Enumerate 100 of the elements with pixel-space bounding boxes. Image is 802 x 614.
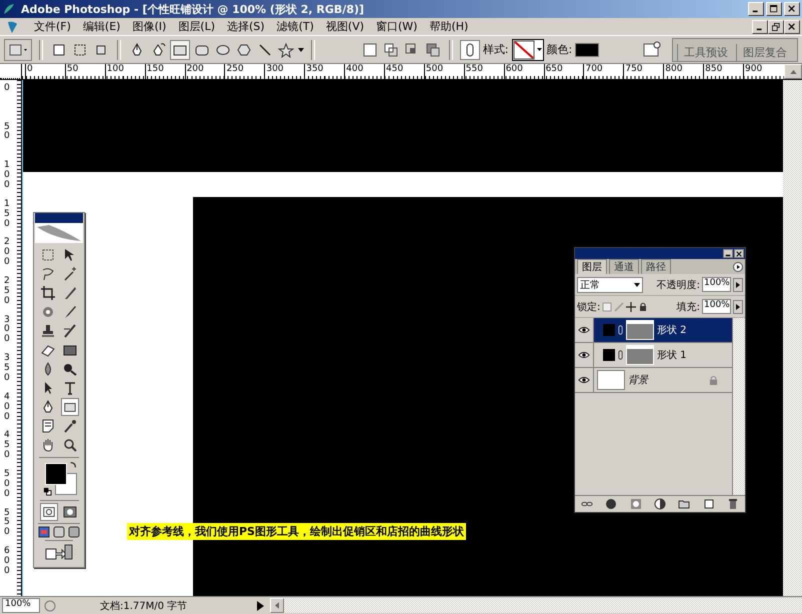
rectangle-icon[interactable] [170, 40, 190, 60]
standard-screen-icon[interactable] [38, 526, 50, 538]
lock-icon[interactable] [638, 302, 648, 312]
opacity-field[interactable]: 100% [702, 277, 731, 292]
move-icon[interactable] [626, 302, 636, 312]
blend-mode-dropdown[interactable]: 正常 [577, 276, 643, 292]
caption-text: 对齐参考线，我们使用PS图形工具，绘制出促销区和店招的曲线形状 [127, 523, 466, 540]
document-info: 文档:1.77M/0 字节 [99, 600, 188, 612]
caret-icon[interactable] [298, 48, 304, 52]
mask-thumbnail [626, 345, 654, 365]
style-picker[interactable] [512, 38, 544, 60]
ruler-label: 550 [464, 64, 504, 79]
right-arrow-icon [736, 282, 740, 288]
close-icon [788, 22, 796, 30]
foreground-color-swatch[interactable] [45, 463, 67, 485]
scroll-left-button[interactable] [270, 598, 284, 613]
menu-item[interactable]: 编辑(E) [76, 19, 126, 34]
crop-icon[interactable] [39, 284, 57, 302]
layer-name: 形状 2 [657, 324, 687, 337]
ruler-label: 700 [583, 64, 624, 79]
full-screen-menu-icon[interactable] [53, 526, 65, 538]
maximize-icon [770, 5, 778, 13]
palette-tab[interactable]: 工具预设 [677, 44, 734, 60]
style-label: 样式: [482, 42, 508, 57]
panel-tab[interactable]: 路径 [641, 259, 671, 274]
ruler-label: 250 [224, 64, 264, 79]
menu-item[interactable]: 选择(S) [221, 19, 271, 34]
window-title: Adobe Photoshop - [个性旺铺设计 @ 100% (形状 2, RGB/8)] [21, 2, 364, 16]
ruler-label: 300 [264, 64, 304, 79]
ruler-label: 500 [4, 470, 10, 501]
rectangle-icon[interactable] [61, 398, 79, 416]
folder-icon[interactable] [678, 498, 690, 510]
menu-item[interactable]: 滤镜(T) [270, 19, 320, 34]
adjustment-layer-icon[interactable] [654, 498, 666, 510]
opacity-slider-button[interactable] [733, 278, 743, 292]
layer-mask-icon[interactable] [630, 498, 642, 510]
subtract-icon[interactable] [382, 40, 400, 58]
minimize-button[interactable] [723, 249, 733, 258]
panel-tab[interactable]: 图层 [577, 259, 607, 274]
color-swatch[interactable] [575, 42, 600, 56]
close-icon [736, 250, 742, 256]
menu-item[interactable]: 图层(L) [172, 19, 222, 34]
ruler-label: 300 [4, 316, 10, 346]
ruler-label: 50 [4, 122, 10, 144]
jump-to-imageready-icon[interactable] [45, 543, 73, 561]
vertical-scrollbar[interactable] [783, 80, 802, 596]
menu-item[interactable]: 文件(F) [28, 19, 77, 34]
ruler-label: 800 [663, 64, 704, 79]
default-colors-icon[interactable] [43, 487, 52, 496]
status-icon[interactable] [43, 598, 57, 612]
restore-button[interactable] [768, 20, 784, 34]
rectangle-caret-icon [7, 42, 29, 58]
layer-row[interactable]: 背景 [575, 368, 732, 393]
ruler-label: 200 [4, 238, 10, 270]
eye-icon[interactable] [578, 326, 590, 334]
scroll-up-button[interactable] [784, 64, 802, 79]
star-shape-icon[interactable] [277, 40, 295, 58]
ruler-label: 100 [4, 161, 10, 192]
fill-field[interactable]: 100% [702, 299, 731, 314]
panel-tab[interactable]: 通道 [609, 259, 639, 274]
panel-title-bar[interactable] [575, 248, 745, 259]
layer-row[interactable]: 形状 2 [575, 318, 732, 343]
eye-icon[interactable] [578, 351, 590, 359]
zoom-field[interactable]: 100% [2, 598, 40, 613]
link-icon[interactable] [460, 40, 480, 60]
trash-icon[interactable] [726, 498, 739, 510]
ruler-label: 350 [304, 64, 344, 79]
menu-item[interactable]: 图像(I) [126, 19, 172, 34]
menu-item[interactable]: 帮助(H) [423, 19, 474, 34]
fill-thumbnail [603, 349, 615, 361]
ruler-label: 650 [544, 64, 584, 79]
exclude-icon[interactable] [424, 40, 442, 58]
horizontal-scrollbar[interactable] [284, 598, 802, 613]
caret-icon [634, 282, 640, 286]
menu-item[interactable]: 窗口(W) [370, 19, 424, 34]
restore-icon [772, 22, 780, 30]
ruler-label: 350 [4, 354, 10, 385]
panel-menu-icon[interactable] [733, 262, 743, 272]
close-button[interactable] [734, 249, 744, 258]
fill-slider-button[interactable] [733, 300, 743, 314]
stamp-icon[interactable] [39, 322, 57, 340]
ruler-label: 150 [4, 200, 10, 231]
layers-scrollbar[interactable] [732, 318, 745, 495]
ruler-label: 50 [64, 64, 105, 79]
ruler-label: 250 [4, 276, 10, 308]
ruler-label: 200 [184, 64, 224, 79]
tool-preset-button[interactable] [4, 38, 32, 60]
new-layer-icon[interactable] [702, 498, 715, 510]
standard-mode-icon[interactable] [40, 503, 58, 521]
layer-row[interactable]: 形状 1 [575, 343, 732, 368]
combine-icon[interactable] [360, 40, 379, 58]
palette-tab[interactable]: 图层复合 [736, 44, 793, 60]
maximize-button[interactable] [766, 2, 782, 16]
full-screen-icon[interactable] [68, 526, 80, 538]
layer-name: 形状 1 [657, 348, 687, 362]
color-label: 颜色: [546, 42, 572, 57]
eye-icon[interactable] [578, 376, 590, 384]
swap-colors-icon[interactable] [69, 461, 77, 469]
menu-item[interactable]: 视图(V) [320, 19, 370, 34]
layer-style-icon[interactable] [605, 498, 618, 510]
